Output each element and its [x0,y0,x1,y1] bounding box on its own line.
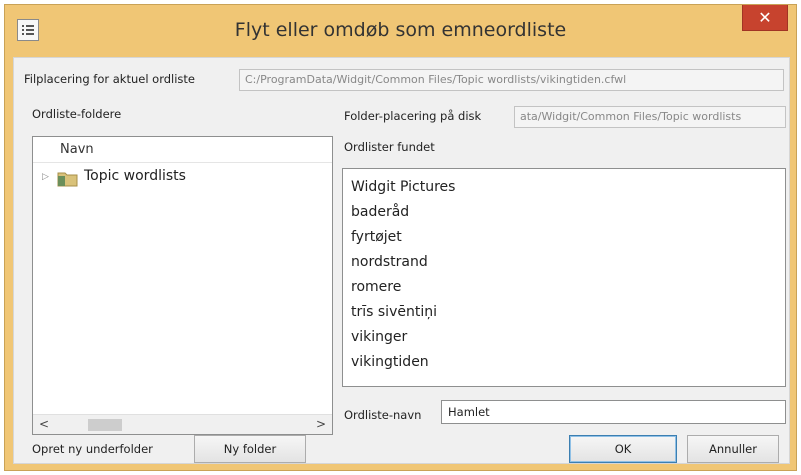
scroll-thumb[interactable] [88,419,122,431]
current-path-field[interactable]: C:/ProgramData/Widgit/Common Files/Topic… [239,69,784,91]
tree-item-topic-wordlists[interactable]: ▷ Topic wordlists [33,166,332,190]
scroll-left-icon[interactable]: < [36,417,52,431]
close-icon: ✕ [758,8,772,27]
dialog-content: Filplacering for aktuel ordliste C:/Prog… [13,57,790,464]
dialog-title: Flyt eller omdøb som emneordliste [234,19,567,41]
dialog-window: Flyt eller omdøb som emneordliste ✕ Filp… [4,4,797,471]
close-button[interactable]: ✕ [742,5,788,31]
disk-location-label: Folder-placering på disk [344,109,482,123]
tree-item-label: Topic wordlists [84,168,186,184]
list-item[interactable]: vikingtiden [351,350,785,375]
found-wordlists-list[interactable]: Widgit Pictures baderåd fyrtøjet nordstr… [342,168,786,387]
disk-location-field[interactable]: ata/Widgit/Common Files/Topic wordlists [514,106,786,128]
list-item[interactable]: baderåd [351,200,785,225]
list-item[interactable]: Widgit Pictures [351,175,785,200]
list-item[interactable]: nordstrand [351,250,785,275]
scroll-right-icon[interactable]: > [313,417,329,431]
wordlist-name-input[interactable]: Hamlet [441,400,786,424]
list-item[interactable]: trīs sivēntiņi [351,300,785,325]
list-item[interactable]: romere [351,275,785,300]
wordlist-name-label: Ordliste-navn [344,408,422,422]
new-subfolder-label: Opret ny underfolder [32,442,153,456]
folders-label: Ordliste-foldere [32,107,122,121]
expand-arrow-icon[interactable]: ▷ [42,172,49,182]
tree-column-header[interactable]: Navn [33,137,332,163]
found-wordlists-label: Ordlister fundet [344,140,435,154]
horizontal-scrollbar[interactable]: < > [33,414,332,434]
list-item[interactable]: vikinger [351,325,785,350]
cancel-button[interactable]: Annuller [687,435,779,463]
folder-tree[interactable]: Navn ▷ Topic wordlists < > [32,136,333,435]
current-path-label: Filplacering for aktuel ordliste [24,72,196,86]
new-folder-button[interactable]: Ny folder [194,435,306,463]
list-item[interactable]: fyrtøjet [351,225,785,250]
title-bar[interactable]: Flyt eller omdøb som emneordliste ✕ [5,5,796,57]
folder-icon [57,170,79,191]
ok-button[interactable]: OK [569,435,677,463]
